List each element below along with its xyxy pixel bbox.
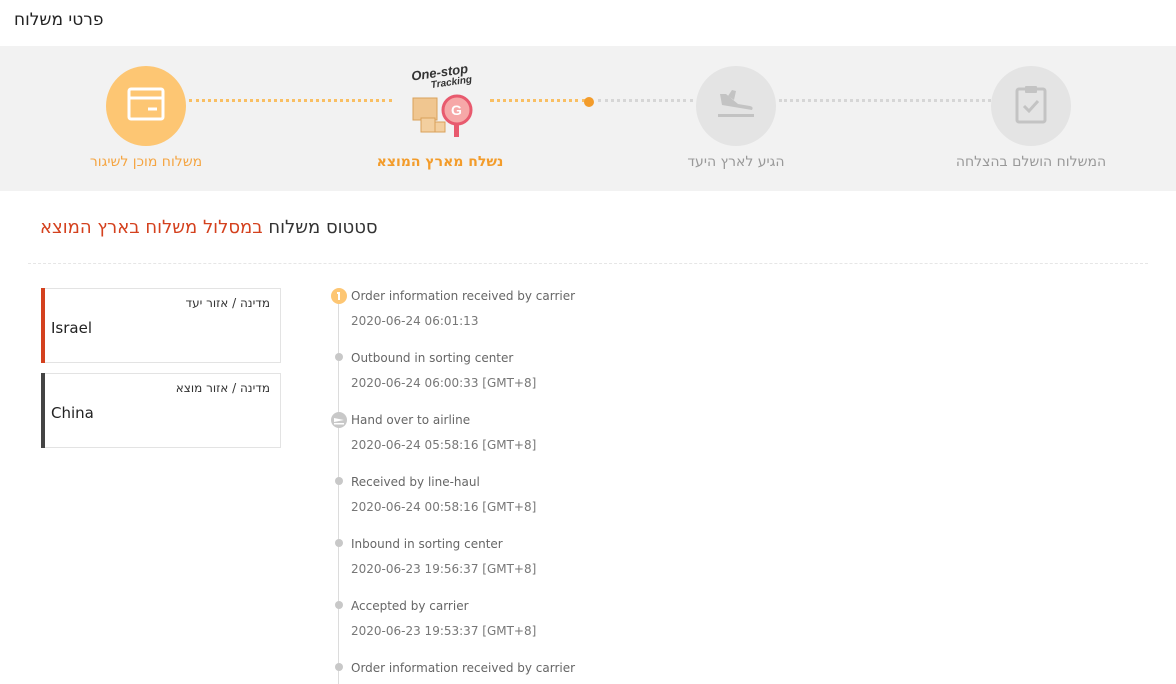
destination-region-card: מדינה / אזור יעד Israel (41, 288, 281, 363)
origin-value: China (51, 404, 94, 422)
info-icon (331, 288, 347, 304)
event-time: 2020-06-23 19:53:37 [GMT+8] (351, 624, 537, 638)
clipboard-check-icon (1013, 84, 1049, 128)
event-time: 2020-06-23 19:56:37 [GMT+8] (351, 562, 537, 576)
step-1-circle (106, 66, 186, 146)
event-title: Order information received by carrier (351, 661, 576, 675)
airplane-icon (331, 412, 347, 428)
one-stop-tracking-icon: One-stop Tracking G (405, 56, 485, 146)
origin-label: מדינה / אזור מוצא (175, 381, 270, 395)
status-prefix: סטטוס משלוח (268, 217, 378, 238)
progress-connector-2b (598, 99, 693, 102)
step-1-label: משלוח מוכן לשיגור (89, 154, 203, 170)
origin-region-card: מדינה / אזור מוצא China (41, 373, 281, 448)
svg-text:G: G (451, 102, 462, 118)
divider (28, 263, 1148, 264)
shipping-status-title: סטטוס משלוח במסלול משלוח בארץ המוצא (40, 217, 378, 238)
package-icon (126, 84, 166, 128)
event-time: 2020-06-24 00:58:16 [GMT+8] (351, 500, 537, 514)
event-time: 2020-06-24 06:00:33 [GMT+8] (351, 376, 537, 390)
current-position-dot (584, 97, 594, 107)
event-title: Hand over to airline (351, 413, 471, 427)
event-title: Inbound in sorting center (351, 537, 503, 551)
event-title: Received by line-haul (351, 475, 480, 489)
event-title: Order information received by carrier (351, 289, 576, 303)
event-title: Outbound in sorting center (351, 351, 514, 365)
destination-accent-bar (41, 288, 45, 363)
step-4-circle (991, 66, 1071, 146)
event-time: 2020-06-24 05:58:16 [GMT+8] (351, 438, 537, 452)
step-4-label: המשלוח הושלם בהצלחה (955, 154, 1107, 170)
origin-accent-bar (41, 373, 45, 448)
step-2-label: נשלח מארץ המוצא (376, 154, 504, 170)
dot-icon (335, 663, 343, 671)
page-title: פרטי משלוח (14, 10, 104, 30)
shipping-progress: משלוח מוכן לשיגור One-stop Tracking G נש… (0, 46, 1176, 191)
step-3-circle (696, 66, 776, 146)
event-time: 2020-06-24 06:01:13 (351, 314, 479, 328)
airplane-landing-icon (714, 86, 758, 126)
dot-icon (335, 539, 343, 547)
event-title: Accepted by carrier (351, 599, 469, 613)
status-highlight: במסלול משלוח בארץ המוצא (40, 217, 263, 238)
step-3-label: הגיע לארץ היעד (687, 154, 785, 170)
progress-connector-1 (189, 99, 392, 102)
dot-icon (335, 353, 343, 361)
destination-label: מדינה / אזור יעד (185, 296, 270, 310)
dot-icon (335, 601, 343, 609)
destination-value: Israel (51, 319, 92, 337)
progress-connector-3 (779, 99, 991, 102)
progress-connector-2a (490, 99, 586, 102)
dot-icon (335, 477, 343, 485)
